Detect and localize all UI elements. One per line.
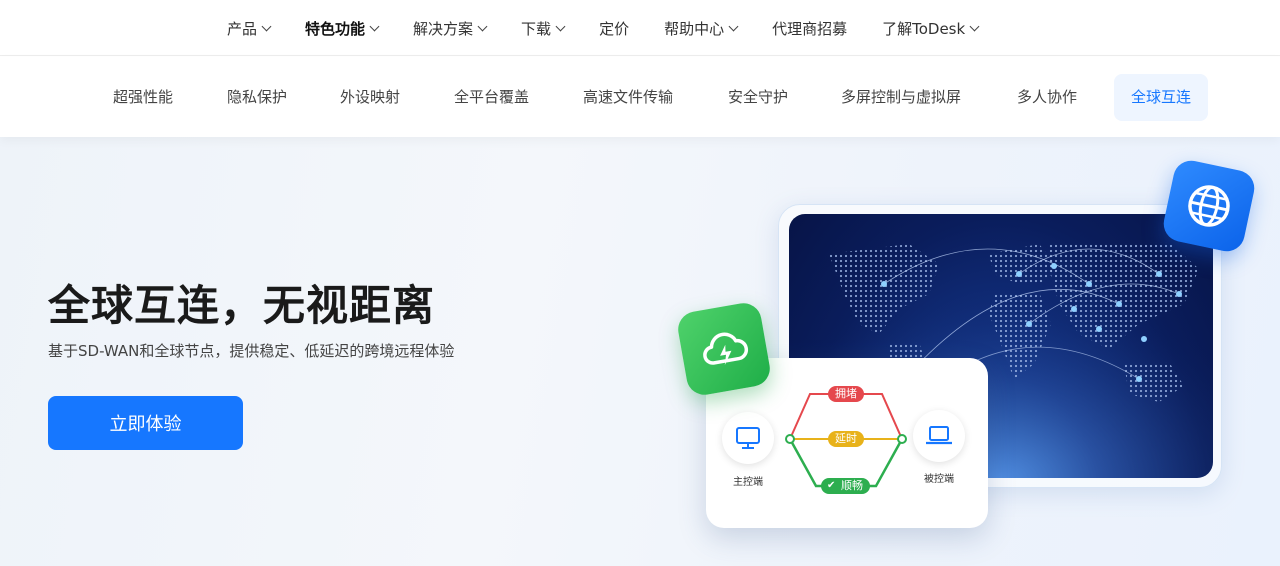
tab-privacy[interactable]: 隐私保护 (210, 74, 304, 121)
tab-all-platforms[interactable]: 全平台覆盖 (437, 74, 546, 121)
top-navigation-bar: 产品 特色功能 解决方案 下载 定价 帮助中心 代理商招募 了解ToDesk (0, 0, 1280, 56)
nav-item-agent-recruit[interactable]: 代理商招募 (772, 18, 847, 39)
nav-item-features[interactable]: 特色功能 (305, 18, 380, 39)
route-smooth-badge: ✔ 顺畅 (821, 478, 870, 494)
nav-label: 特色功能 (305, 19, 366, 38)
controller-label: 主控端 (733, 477, 763, 488)
nav-label: 下载 (521, 19, 552, 38)
hero-subtitle: 基于SD-WAN和全球节点，提供稳定、低延迟的跨境远程体验 (48, 342, 455, 360)
nav-label: 代理商招募 (772, 19, 848, 38)
chevron-down-icon (969, 21, 980, 31)
tab-multi-screen[interactable]: 多屏控制与虚拟屏 (824, 74, 978, 121)
chevron-down-icon (477, 21, 488, 31)
chevron-down-icon (555, 21, 566, 31)
feature-tabs-bar: 超强性能 隐私保护 外设映射 全平台覆盖 高速文件传输 安全守护 多屏控制与虚拟… (0, 57, 1280, 137)
tab-security[interactable]: 安全守护 (711, 74, 805, 121)
tab-performance[interactable]: 超强性能 (96, 74, 190, 121)
nav-item-about[interactable]: 了解ToDesk (882, 18, 980, 39)
tab-global-connect[interactable]: 全球互连 (1114, 74, 1209, 121)
nav-item-solutions[interactable]: 解决方案 (413, 18, 488, 39)
controlled-label: 被控端 (924, 474, 954, 485)
nav-label: 了解ToDesk (882, 19, 966, 38)
nav-label: 帮助中心 (664, 19, 725, 38)
chevron-down-icon (728, 21, 739, 31)
hero-title: 全球互连，无视距离 (48, 281, 436, 330)
nav-item-pricing[interactable]: 定价 (599, 18, 629, 39)
route-smooth-label: 顺畅 (841, 479, 863, 492)
nav-item-products[interactable]: 产品 (227, 18, 272, 39)
nav-label: 解决方案 (413, 19, 474, 38)
nav-item-help-center[interactable]: 帮助中心 (664, 18, 739, 39)
route-delay-badge: 延时 (828, 431, 864, 447)
globe-icon (1160, 157, 1258, 255)
chevron-down-icon (261, 21, 272, 31)
tab-file-transfer[interactable]: 高速文件传输 (566, 74, 690, 121)
hero-section: 全球互连，无视距离 基于SD-WAN和全球节点，提供稳定、低延迟的跨境远程体验 … (0, 137, 1280, 566)
nav-label: 定价 (599, 19, 630, 38)
try-now-button[interactable]: 立即体验 (48, 396, 243, 450)
tab-peripheral-mapping[interactable]: 外设映射 (323, 74, 417, 121)
checkmark-icon: ✔ (827, 480, 836, 491)
monitor-icon (736, 427, 760, 449)
nav-label: 产品 (227, 19, 258, 38)
nav-item-download[interactable]: 下载 (521, 18, 566, 39)
chevron-down-icon (369, 21, 380, 31)
route-congested-badge: 拥堵 (828, 386, 864, 402)
tab-collaboration[interactable]: 多人协作 (1000, 74, 1094, 121)
laptop-icon (926, 426, 952, 445)
controlled-device (913, 410, 965, 462)
top-nav-menu: 产品 特色功能 解决方案 下载 定价 帮助中心 代理商招募 了解ToDesk (227, 0, 1013, 56)
controller-device (722, 412, 774, 464)
cloud-lightning-icon (675, 300, 773, 398)
